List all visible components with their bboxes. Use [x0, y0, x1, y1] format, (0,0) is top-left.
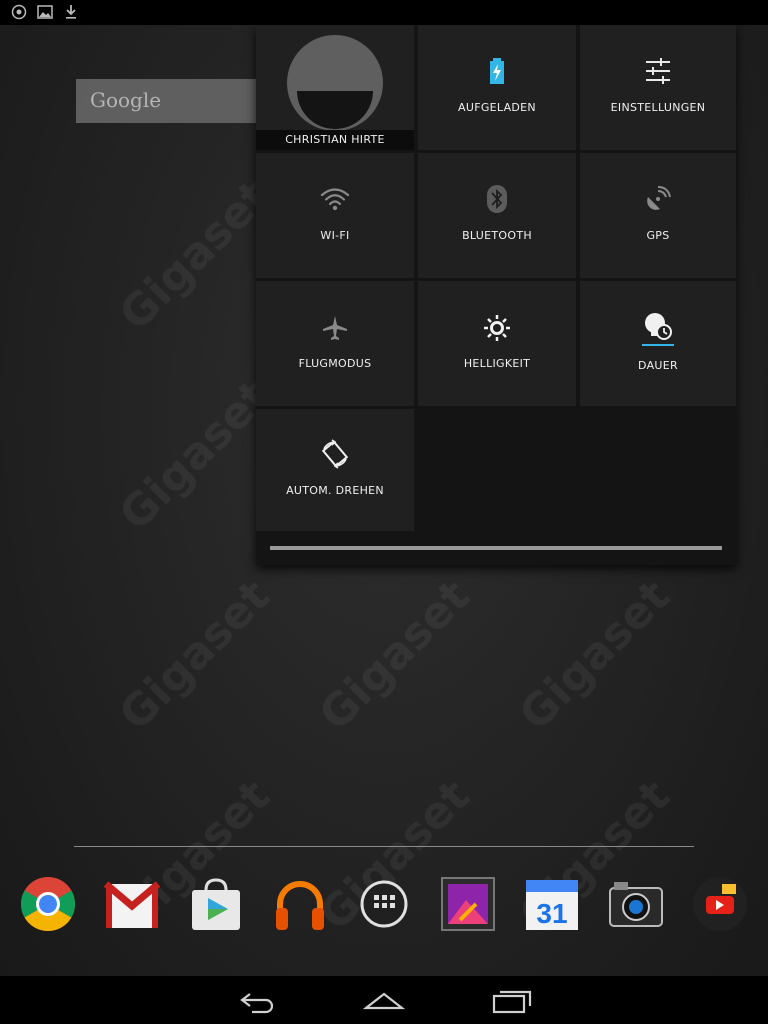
app-drawer-icon[interactable] — [356, 876, 412, 932]
tile-label: HELLIGKEIT — [463, 357, 531, 370]
tile-wifi[interactable]: WI-FI — [256, 153, 414, 278]
wallpaper-watermark: Gigaset — [309, 570, 480, 741]
airplane-icon — [323, 316, 347, 340]
tile-label: BLUETOOTH — [462, 229, 532, 242]
navigation-bar — [0, 976, 768, 1024]
status-bar[interactable] — [0, 0, 768, 25]
google-search-bar[interactable]: Google — [76, 79, 266, 123]
brightness-icon — [484, 315, 510, 341]
quick-settings-panel: CHRISTIAN HIRTE AUFGELADEN EINSTELLUNGEN — [256, 25, 736, 565]
gps-icon — [647, 186, 671, 210]
google-logo: Google — [90, 88, 162, 112]
tile-label: GPS — [646, 229, 670, 242]
recents-icon[interactable] — [488, 984, 536, 1016]
user-avatar-icon — [287, 35, 383, 131]
chrome-icon[interactable] — [20, 876, 76, 932]
wallpaper-watermark: Gigaset — [109, 570, 280, 741]
bluetooth-icon — [487, 185, 507, 213]
home-icon[interactable] — [360, 984, 408, 1016]
wallpaper-watermark: Gigaset — [109, 370, 280, 541]
download-icon — [66, 5, 76, 19]
tile-bluetooth[interactable]: BLUETOOTH — [418, 153, 576, 278]
brightness-slider[interactable] — [270, 546, 722, 550]
tile-label: DAUER — [638, 359, 678, 372]
gallery-icon — [37, 5, 53, 19]
tile-label: EINSTELLUNGEN — [610, 101, 706, 114]
gallery-app-icon[interactable] — [440, 876, 496, 932]
youtube-icon[interactable] — [692, 876, 748, 932]
battery-charging-icon — [490, 58, 504, 84]
wifi-icon — [320, 188, 350, 211]
tile-gps[interactable]: GPS — [580, 153, 736, 278]
tile-settings[interactable]: EINSTELLUNGEN — [580, 25, 736, 150]
play-music-icon[interactable] — [272, 876, 328, 932]
wallpaper-watermark: Gigaset — [509, 570, 680, 741]
tile-screen-timeout[interactable]: DAUER — [580, 281, 736, 406]
camera-icon[interactable] — [608, 876, 664, 932]
user-tile[interactable]: CHRISTIAN HIRTE — [256, 25, 414, 150]
wallpaper-watermark: Gigaset — [109, 170, 280, 341]
calendar-day: 31 — [536, 898, 567, 929]
tile-label: WI-FI — [320, 229, 350, 242]
tile-brightness[interactable]: HELLIGKEIT — [418, 281, 576, 406]
user-name: CHRISTIAN HIRTE — [285, 133, 385, 146]
tile-battery[interactable]: AUFGELADEN — [418, 25, 576, 150]
play-store-icon[interactable] — [188, 876, 244, 932]
network-settings-icon — [11, 4, 27, 20]
tile-label: AUFGELADEN — [458, 101, 536, 114]
tile-auto-rotate[interactable]: AUTOM. DREHEN — [256, 409, 414, 531]
screen-timeout-icon — [642, 313, 674, 346]
auto-rotate-icon — [321, 439, 349, 469]
hotseat-divider — [74, 846, 694, 847]
back-icon[interactable] — [232, 984, 280, 1016]
calendar-icon[interactable]: 31 — [524, 876, 580, 932]
tile-airplane-mode[interactable]: FLUGMODUS — [256, 281, 414, 406]
gmail-icon[interactable] — [104, 876, 160, 932]
settings-sliders-icon — [646, 58, 670, 84]
tile-label: FLUGMODUS — [298, 357, 372, 370]
tile-label: AUTOM. DREHEN — [286, 484, 384, 497]
